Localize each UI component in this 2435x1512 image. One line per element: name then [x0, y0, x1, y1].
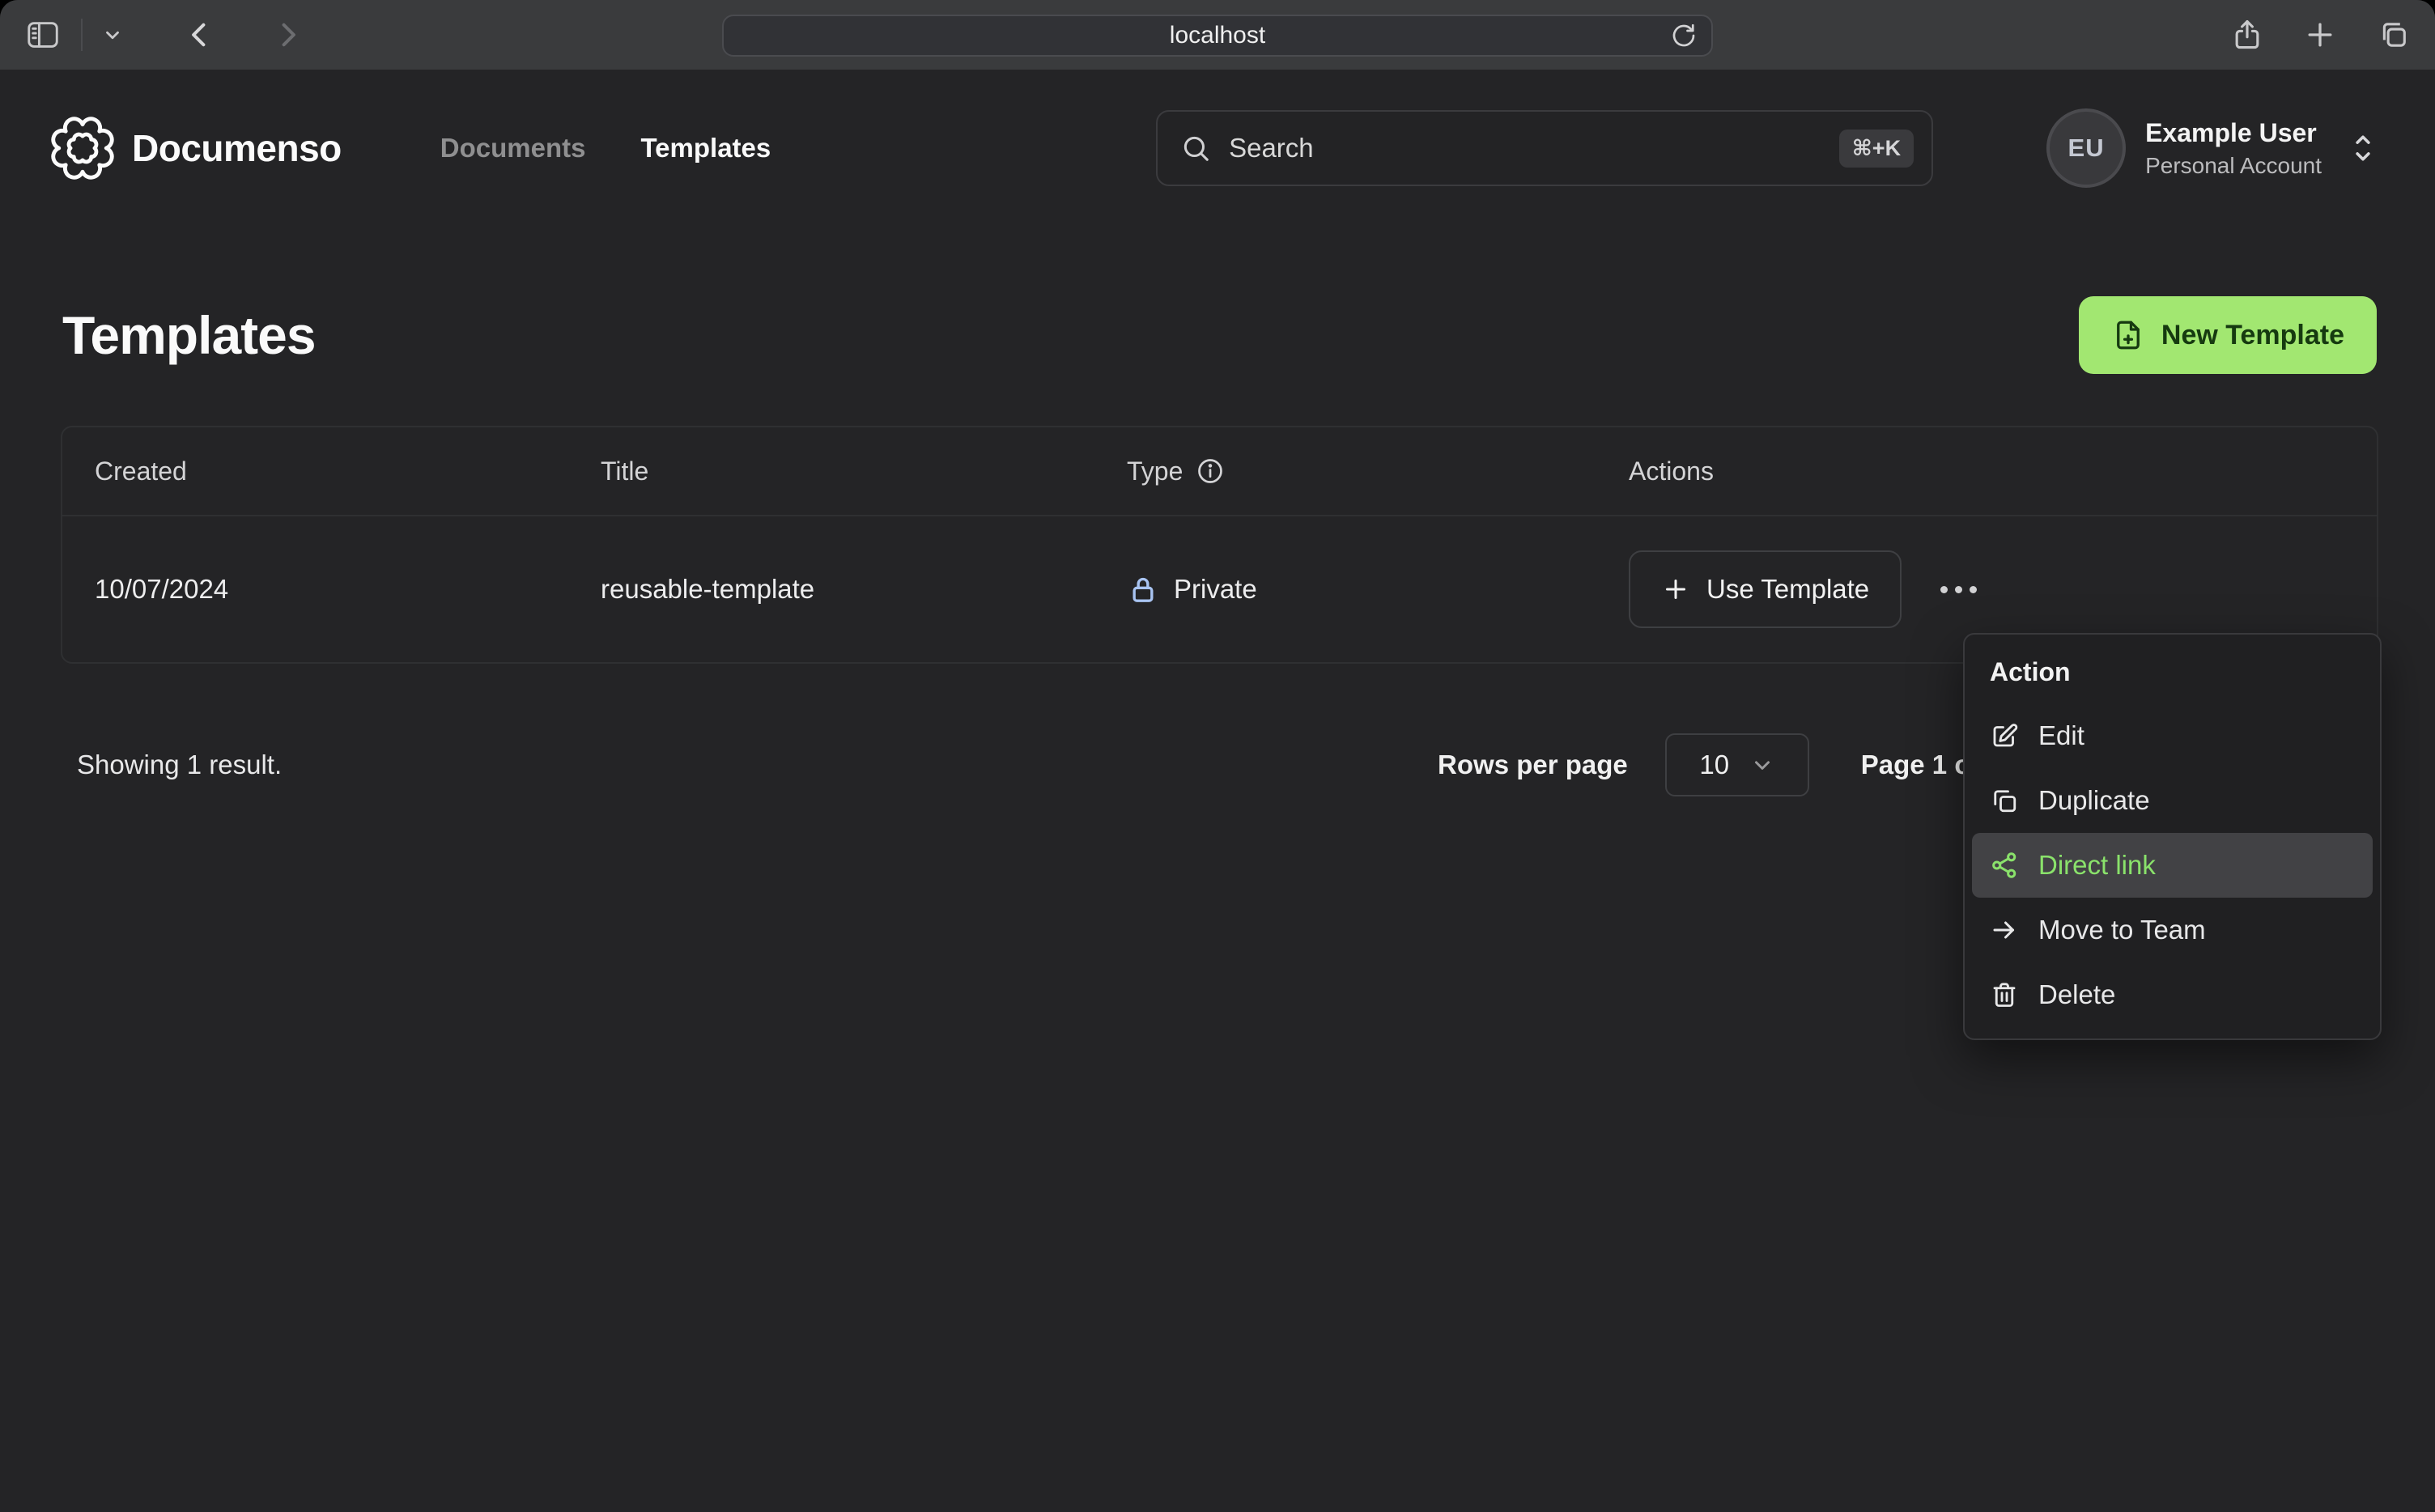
avatar: EU: [2046, 108, 2127, 188]
row-actions-menu: Action Edit Duplicate Direct link Move t…: [1963, 633, 2382, 1040]
file-plus-icon: [2111, 318, 2145, 352]
select-chevron-down-icon: [1750, 753, 1774, 777]
trash-icon: [1990, 980, 2019, 1009]
browser-toolbar: localhost: [0, 0, 2435, 70]
back-icon[interactable]: [183, 18, 217, 52]
sidebar-icon[interactable]: [24, 16, 62, 53]
chevrons-up-down-icon: [2349, 130, 2377, 166]
column-header-created: Created: [95, 456, 187, 486]
address-bar[interactable]: localhost: [722, 15, 1713, 57]
new-template-label: New Template: [2161, 319, 2344, 350]
chevron-down-icon[interactable]: [102, 24, 123, 45]
pagination-controls: Rows per page 10 Page 1 of 1: [1438, 733, 2002, 796]
menu-item-edit[interactable]: Edit: [1972, 703, 2373, 768]
duplicate-icon: [1990, 786, 2019, 815]
url-text: localhost: [1169, 22, 1266, 49]
column-header-actions: Actions: [1629, 456, 1714, 486]
browser-window: localhost Documenso Documents Templates …: [0, 0, 2435, 1512]
menu-item-label: Delete: [2038, 979, 2116, 1009]
column-header-title: Title: [601, 456, 649, 486]
cell-title: reusable-template: [601, 574, 815, 604]
new-template-button[interactable]: New Template: [2078, 296, 2377, 374]
share-nodes-icon: [1990, 851, 2019, 880]
page-title-row: Templates New Template: [0, 199, 2435, 374]
search-icon: [1180, 133, 1211, 164]
table-header-row: Created Title Type Actions: [62, 427, 2377, 516]
search-input[interactable]: Search ⌘+K: [1156, 110, 1934, 186]
main-nav: Documents Templates: [440, 133, 771, 164]
edit-icon: [1990, 721, 2019, 750]
documenso-logo-icon: [51, 117, 114, 180]
user-name: Example User: [2145, 117, 2317, 147]
lock-icon: [1127, 573, 1159, 605]
menu-item-move-to-team[interactable]: Move to Team: [1972, 898, 2373, 962]
search-placeholder: Search: [1229, 133, 1314, 163]
menu-item-direct-link[interactable]: Direct link: [1972, 833, 2373, 898]
use-template-label: Use Template: [1706, 574, 1870, 604]
plus-icon: [1661, 575, 1690, 604]
user-menu-trigger[interactable]: EU Example User Personal Account: [2046, 108, 2377, 188]
use-template-button[interactable]: Use Template: [1629, 550, 1902, 628]
menu-item-delete[interactable]: Delete: [1972, 962, 2373, 1027]
user-account-type: Personal Account: [2145, 152, 2322, 178]
menu-item-label: Direct link: [2038, 850, 2156, 880]
cell-created: 10/07/2024: [95, 574, 229, 604]
brand-name: Documenso: [132, 127, 342, 169]
templates-table: Created Title Type Actions 10/07/2024 re…: [61, 426, 2378, 664]
brand[interactable]: Documenso: [51, 117, 342, 180]
rows-per-page-select[interactable]: 10: [1664, 733, 1809, 796]
share-icon[interactable]: [2229, 17, 2265, 53]
search-shortcut-badge: ⌘+K: [1838, 129, 1914, 168]
menu-item-label: Duplicate: [2038, 785, 2150, 815]
type-label: Private: [1174, 574, 1257, 604]
info-icon[interactable]: [1196, 457, 1225, 486]
row-actions-menu-button[interactable]: [1932, 578, 1985, 601]
menu-header: Action: [1990, 657, 2071, 686]
new-tab-icon[interactable]: [2302, 17, 2338, 53]
nav-templates[interactable]: Templates: [640, 133, 771, 164]
menu-item-duplicate[interactable]: Duplicate: [1972, 768, 2373, 833]
user-meta: Example User Personal Account: [2145, 118, 2322, 179]
arrow-right-icon: [1990, 915, 2019, 945]
cell-type: Private: [1094, 573, 1596, 605]
menu-item-label: Move to Team: [2038, 915, 2206, 945]
tab-overview-icon[interactable]: [2375, 17, 2411, 53]
nav-documents[interactable]: Documents: [440, 133, 586, 164]
rows-per-page-label: Rows per page: [1438, 750, 1628, 779]
cell-actions: Use Template: [1596, 550, 2377, 628]
rows-per-page-value: 10: [1699, 750, 1730, 779]
forward-icon[interactable]: [270, 18, 304, 52]
menu-item-label: Edit: [2038, 720, 2084, 750]
page-title: Templates: [62, 305, 317, 365]
refresh-icon[interactable]: [1669, 21, 1698, 50]
documenso-app: Documenso Documents Templates Search ⌘+K…: [0, 70, 2435, 1512]
results-summary: Showing 1 result.: [77, 750, 283, 779]
toolbar-divider: [81, 19, 83, 51]
column-header-type: Type: [1094, 457, 1596, 486]
app-header: Documenso Documents Templates Search ⌘+K…: [0, 70, 2435, 199]
